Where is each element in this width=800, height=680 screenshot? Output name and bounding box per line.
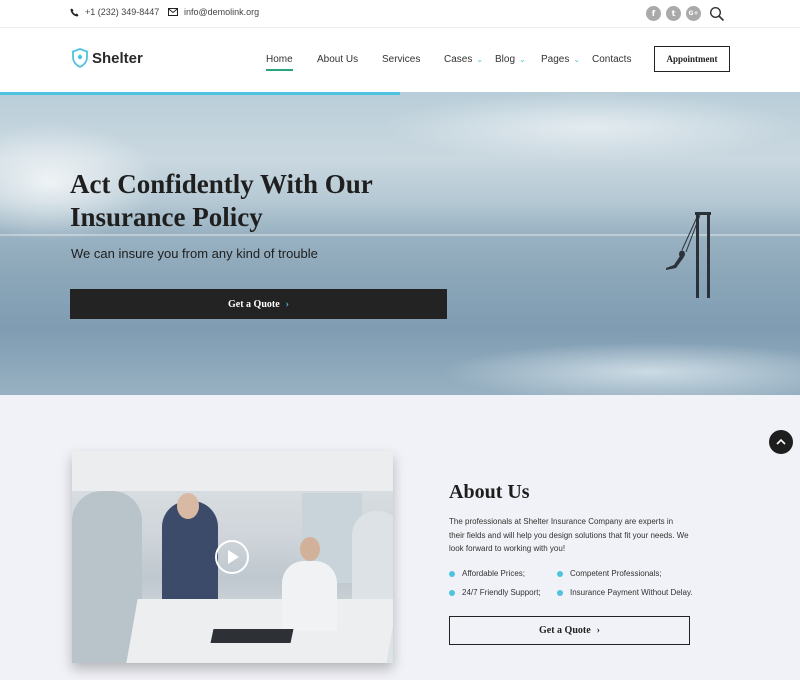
nav-contacts[interactable]: Contacts [592, 54, 631, 65]
phone-contact[interactable]: +1 (232) 349-8447 [70, 7, 159, 17]
hero-subtitle: We can insure you from any kind of troub… [71, 246, 318, 261]
search-icon[interactable] [709, 6, 725, 22]
image-detail [300, 537, 320, 561]
nav-label: Cases [444, 54, 473, 65]
scroll-to-top-button[interactable] [769, 430, 793, 454]
nav-label: About Us [317, 54, 359, 65]
about-title: About Us [449, 481, 530, 503]
phone-icon [70, 7, 79, 17]
chevron-down-icon: ⌄ [476, 55, 484, 64]
chevron-up-icon [776, 438, 786, 445]
nav-blog[interactable]: Blog ⌄ [495, 54, 526, 65]
chevron-right-icon: › [285, 298, 289, 310]
nav-services[interactable]: Services [382, 54, 420, 65]
main-header: Shelter Home About Us Services Cases ⌄ Bl… [0, 28, 800, 92]
feature-label: 24/7 Friendly Support; [462, 588, 541, 597]
nav-home[interactable]: Home [266, 54, 293, 71]
nav-label: Pages [541, 54, 570, 65]
bullet-icon [557, 570, 563, 577]
email-address: info@demolink.org [184, 7, 260, 17]
feature-item: Affordable Prices; [449, 569, 525, 578]
nav-pages[interactable]: Pages ⌄ [541, 54, 580, 65]
feature-item: 24/7 Friendly Support; [449, 588, 541, 597]
hero-background [380, 92, 800, 162]
play-video-button[interactable] [215, 540, 249, 574]
feature-item: Insurance Payment Without Delay. [557, 588, 693, 597]
nav-label: Blog [495, 54, 516, 65]
about-get-quote-button[interactable]: Get a Quote › [449, 616, 690, 645]
play-icon [228, 550, 239, 564]
feature-label: Competent Professionals; [570, 569, 662, 578]
nav-label: Services [382, 54, 421, 65]
image-detail [177, 493, 199, 519]
social-links: f t G+ [646, 6, 701, 21]
nav-cases[interactable]: Cases ⌄ [444, 54, 483, 65]
feature-label: Affordable Prices; [462, 569, 525, 578]
chevron-down-icon: ⌄ [519, 55, 526, 64]
feature-label: Insurance Payment Without Delay. [570, 588, 693, 597]
swing-silhouette [666, 212, 711, 298]
slider-progress-bar [0, 92, 400, 95]
nav-label: Home [266, 54, 293, 65]
hero-title: Act Confidently With Our Insurance Polic… [70, 169, 373, 232]
nav-about-us[interactable]: About Us [317, 54, 358, 65]
bullet-icon [449, 589, 455, 596]
hero-slider: Act Confidently With Our Insurance Polic… [0, 92, 800, 395]
google-plus-icon[interactable]: G+ [686, 6, 701, 21]
chevron-down-icon: ⌄ [573, 55, 581, 64]
bullet-icon [449, 570, 455, 577]
top-bar: +1 (232) 349-8447 info@demolink.org f t … [0, 0, 800, 28]
get-quote-button[interactable]: Get a Quote › [70, 289, 447, 319]
facebook-icon[interactable]: f [646, 6, 661, 21]
about-description: The professionals at Shelter Insurance C… [449, 517, 689, 553]
appointment-button[interactable]: Appointment [654, 46, 730, 72]
image-detail [72, 451, 393, 491]
office-meeting-image[interactable] [72, 451, 393, 663]
shield-icon [72, 48, 88, 68]
button-label: Get a Quote [539, 625, 591, 636]
hero-background [440, 342, 800, 395]
mail-icon [168, 8, 178, 16]
feature-item: Competent Professionals; [557, 569, 662, 578]
twitter-icon[interactable]: t [666, 6, 681, 21]
image-detail [282, 561, 337, 631]
logo-text: Shelter [92, 49, 143, 67]
bullet-icon [557, 589, 563, 596]
chevron-right-icon: › [596, 625, 600, 636]
about-section: About Us The professionals at Shelter In… [0, 395, 800, 680]
logo[interactable]: Shelter [72, 48, 143, 68]
image-detail [210, 629, 294, 643]
nav-label: Contacts [592, 54, 632, 65]
button-label: Get a Quote [228, 298, 280, 310]
phone-number: +1 (232) 349-8447 [85, 7, 160, 17]
email-contact[interactable]: info@demolink.org [168, 7, 259, 17]
